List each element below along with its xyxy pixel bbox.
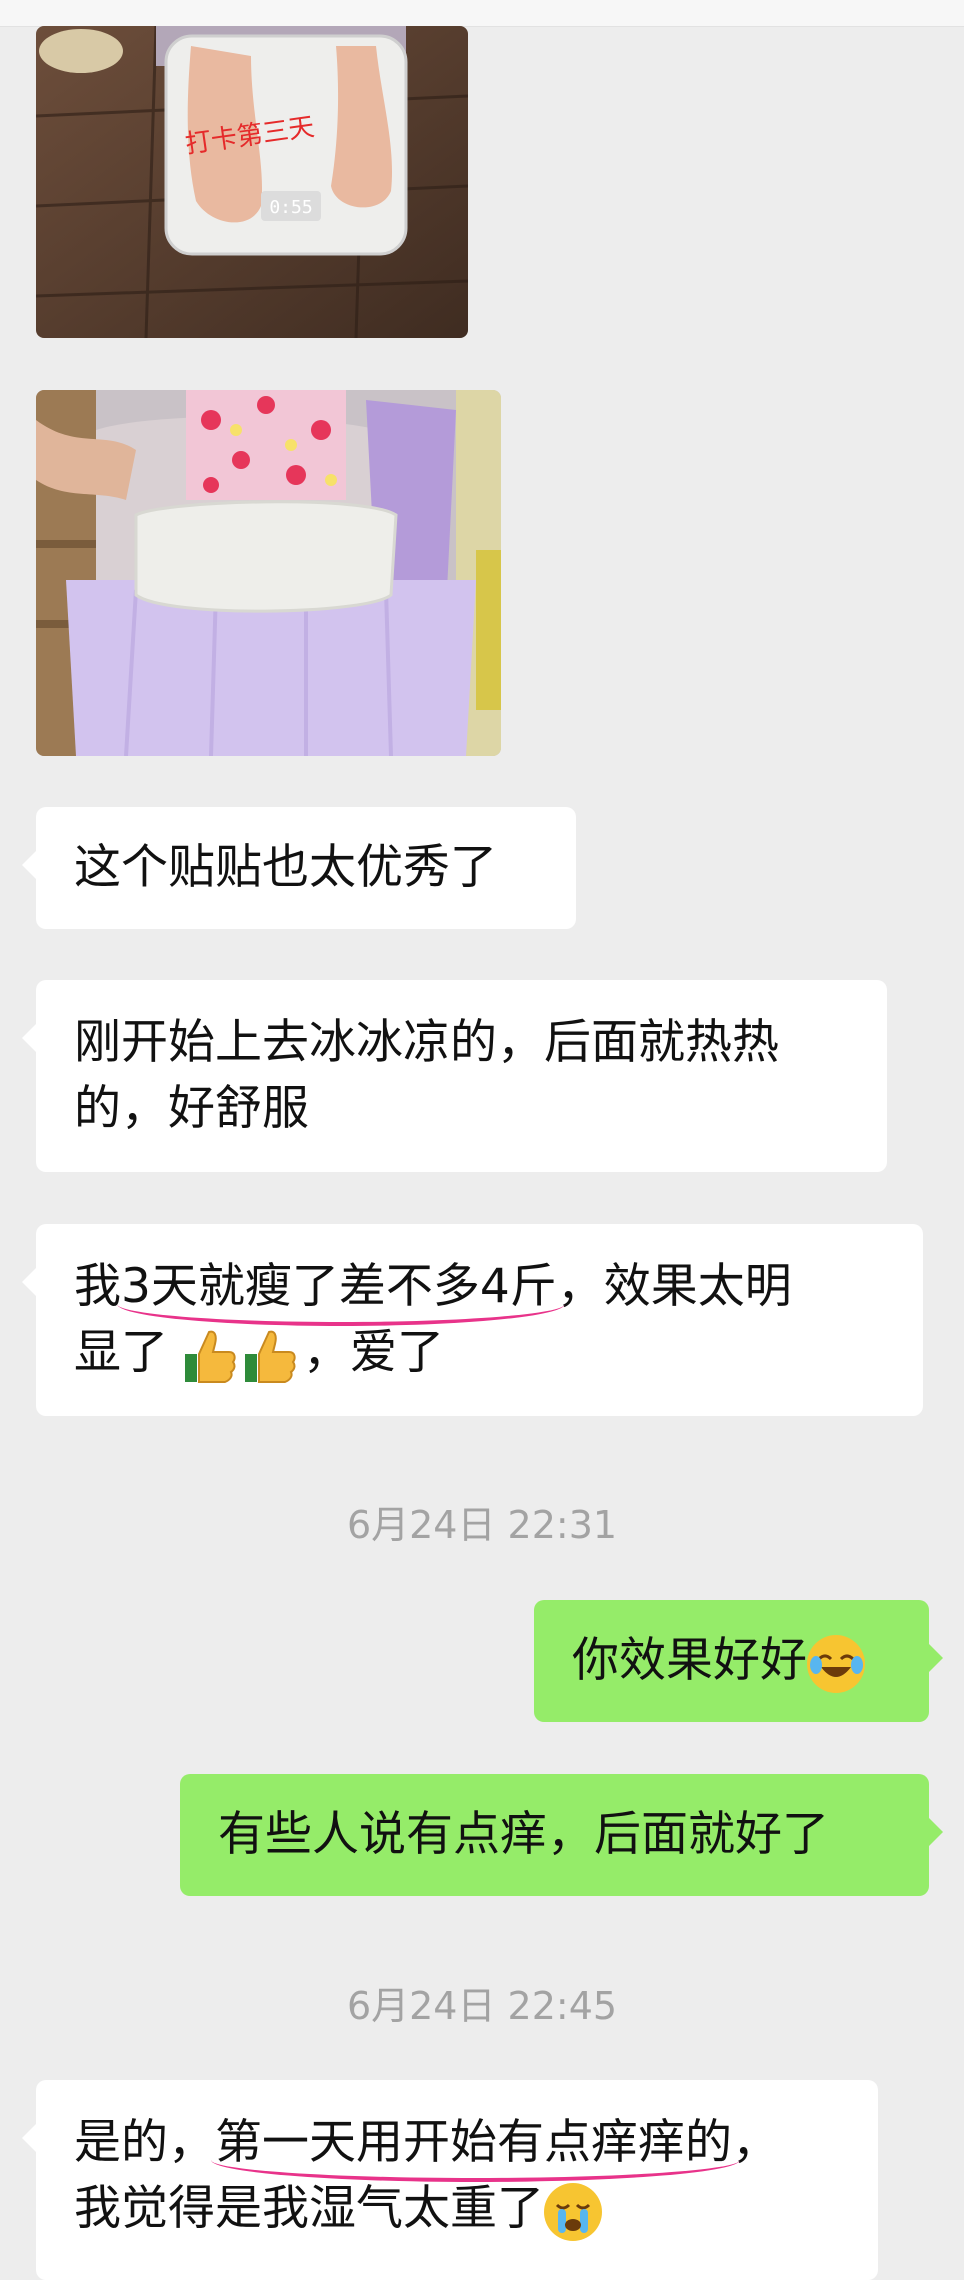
message-text: ，效果太明	[556, 1259, 792, 1314]
message-text: 是的，	[74, 2115, 215, 2170]
timestamp: 6月24日 22:31	[346, 1503, 618, 1547]
message-bubble-outgoing[interactable]: 有些人说有点痒，后面就好了	[180, 1774, 943, 1896]
thumbs-up-icon	[183, 1328, 237, 1384]
message-text: 你效果好好	[572, 1633, 807, 1688]
image-message-scale[interactable]: 0:55 打卡第三天	[36, 26, 468, 338]
scale-display: 0:55	[269, 197, 312, 218]
message-text-line: 的，好舒服	[74, 1081, 309, 1136]
message-text: 我	[74, 1259, 121, 1314]
message-bubble-outgoing[interactable]: 你效果好好	[534, 1600, 943, 1722]
message-text: ，爱了	[302, 1325, 444, 1380]
message-bubble-incoming[interactable]: 这个贴贴也太优秀了	[22, 807, 576, 929]
message-text: 我觉得是我湿气太重了	[74, 2181, 544, 2236]
message-text: 显了	[74, 1325, 168, 1380]
rolling-on-floor-laughing-icon	[807, 1634, 865, 1693]
message-text: 有些人说有点痒，后面就好了	[218, 1807, 829, 1862]
thumbs-up-icon	[243, 1328, 297, 1384]
timestamp: 6月24日 22:45	[346, 1984, 618, 2028]
message-text-line: 刚开始上去冰冰凉的，后面就热热	[74, 1015, 779, 1070]
top-bar-edge	[0, 0, 964, 27]
image-message-belly-patch[interactable]	[36, 390, 501, 756]
message-bubble-incoming[interactable]: 我3天就瘦了差不多4斤，效果太明 显了 ，爱了	[22, 1224, 923, 1416]
message-bubble-incoming[interactable]: 刚开始上去冰冰凉的，后面就热热 的，好舒服	[22, 980, 887, 1172]
message-text: 这个贴贴也太优秀了	[74, 840, 497, 895]
highlighted-text: 第一天用开始有点痒痒的	[215, 2115, 732, 2170]
highlighted-text: 3天就瘦了差不多4斤	[121, 1259, 557, 1314]
crying-face-icon	[544, 2182, 602, 2241]
message-bubble-incoming[interactable]: 是的，第一天用开始有点痒痒的， 我觉得是我湿气太重了	[22, 2080, 878, 2280]
